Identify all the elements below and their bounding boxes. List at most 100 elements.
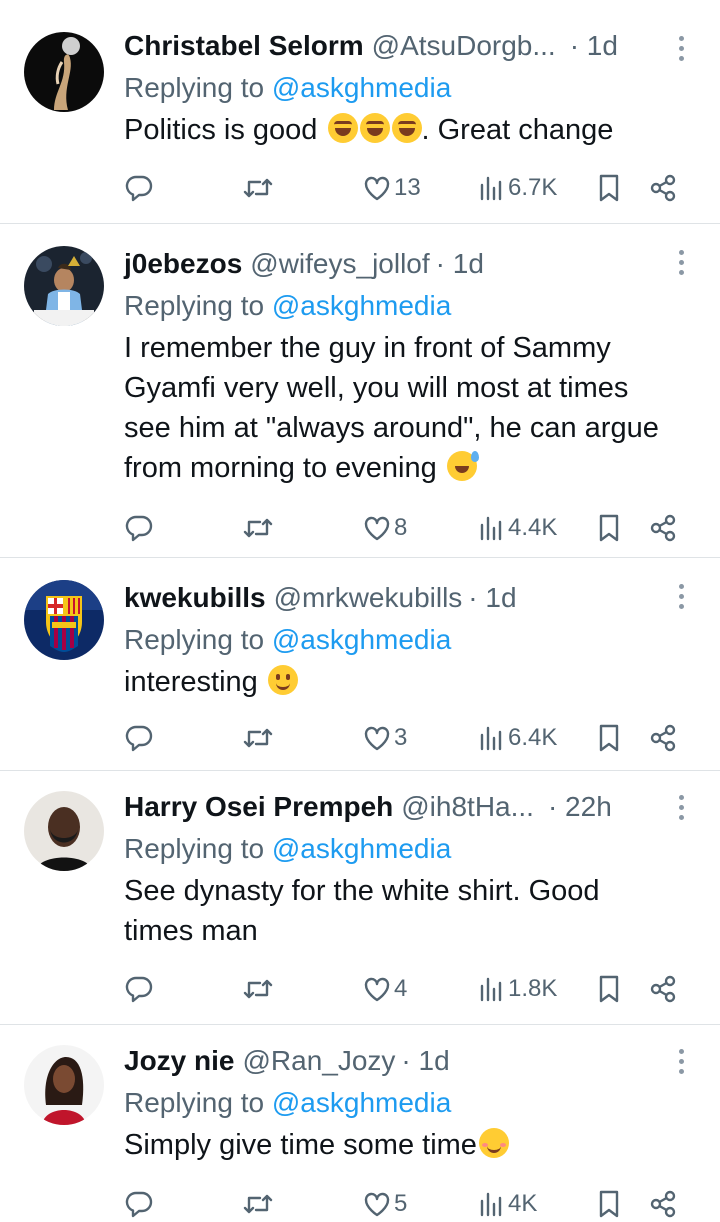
views-button[interactable]: 6.4K <box>478 720 557 756</box>
views-icon <box>480 977 502 1002</box>
like-button[interactable]: 4 <box>362 971 407 1007</box>
retweet-button[interactable] <box>242 510 274 546</box>
bookmark-button[interactable] <box>596 510 622 546</box>
reply-tweet[interactable]: Jozy nie @Ran_Jozy · 1d Replying to @ask… <box>0 1025 720 1220</box>
author-handle[interactable]: @AtsuDorgb... <box>372 28 556 64</box>
avatar[interactable] <box>24 1045 104 1125</box>
like-button[interactable]: 5 <box>362 1186 407 1222</box>
views-icon <box>480 176 502 201</box>
tweet-text: Simply give time some time <box>124 1125 700 1165</box>
views-button[interactable]: 4.4K <box>478 510 557 546</box>
like-button[interactable]: 3 <box>362 720 407 756</box>
retweet-button[interactable] <box>242 1186 274 1222</box>
like-count: 3 <box>394 724 408 751</box>
like-button[interactable]: 13 <box>362 170 421 206</box>
heart-icon <box>364 516 390 541</box>
reply-tweet[interactable]: j0ebezos @wifeys_jollof · 1d Replying to… <box>0 224 720 558</box>
author-name[interactable]: j0ebezos <box>124 246 242 282</box>
share-button[interactable] <box>648 720 678 756</box>
avatar[interactable] <box>24 32 104 112</box>
text-line: See dynasty for the white shirt. Good <box>124 875 600 907</box>
laughing-emoji-icon <box>391 113 422 143</box>
share-button[interactable] <box>648 170 678 206</box>
reply-icon <box>125 725 153 752</box>
more-vertical-icon[interactable] <box>676 36 686 66</box>
replying-to: Replying to @askghmedia <box>124 284 700 328</box>
share-button[interactable] <box>648 510 678 546</box>
avatar[interactable] <box>24 580 104 660</box>
retweet-button[interactable] <box>242 971 274 1007</box>
timestamp[interactable]: · 1d <box>401 1043 449 1079</box>
author-handle[interactable]: @mrkwekubills <box>274 580 463 616</box>
moon-avatar-icon <box>24 32 104 112</box>
mention-link[interactable]: @askghmedia <box>272 833 451 864</box>
author-name[interactable]: Christabel Selorm <box>124 28 364 64</box>
more-vertical-icon[interactable] <box>676 250 686 280</box>
like-count: 13 <box>394 174 421 201</box>
reply-button[interactable] <box>124 1186 154 1222</box>
author-name[interactable]: Harry Osei Prempeh <box>124 789 393 825</box>
bookmark-button[interactable] <box>596 971 622 1007</box>
share-button[interactable] <box>648 971 678 1007</box>
views-button[interactable]: 4K <box>478 1186 537 1222</box>
action-bar: 3 6.4K <box>124 720 684 756</box>
retweet-icon <box>243 728 273 748</box>
reply-tweet[interactable]: Harry Osei Prempeh @ih8tHa... · 22h Repl… <box>0 771 720 1025</box>
views-button[interactable]: 6.7K <box>478 170 557 206</box>
bookmark-icon <box>599 514 619 542</box>
retweet-icon <box>243 178 273 198</box>
views-icon <box>480 1192 502 1217</box>
like-button[interactable]: 8 <box>362 510 407 546</box>
view-count: 6.4K <box>508 724 558 751</box>
author-name[interactable]: Jozy nie <box>124 1043 234 1079</box>
author-handle[interactable]: @ih8tHa... <box>401 789 534 825</box>
timestamp[interactable]: · 1d <box>570 28 618 64</box>
bookmark-icon <box>599 1190 619 1218</box>
mention-link[interactable]: @askghmedia <box>272 72 451 103</box>
view-count: 6.7K <box>508 174 558 201</box>
author-handle[interactable]: @Ran_Jozy <box>242 1043 395 1079</box>
author-handle[interactable]: @wifeys_jollof <box>250 246 429 282</box>
laughing-emoji-icon <box>359 113 390 143</box>
replying-label: Replying to <box>124 72 265 103</box>
replying-label: Replying to <box>124 833 265 864</box>
tweet-text: I remember the guy in front of Sammy Gya… <box>124 328 700 488</box>
more-vertical-icon[interactable] <box>676 795 686 825</box>
mention-link[interactable]: @askghmedia <box>272 1087 451 1118</box>
timestamp[interactable]: · 1d <box>468 580 516 616</box>
retweet-icon <box>243 979 273 999</box>
bookmark-button[interactable] <box>596 170 622 206</box>
bookmark-button[interactable] <box>596 720 622 756</box>
reply-tweet[interactable]: kwekubills @mrkwekubills · 1d Replying t… <box>0 558 720 771</box>
more-vertical-icon[interactable] <box>676 1049 686 1079</box>
action-bar: 5 4K <box>124 1186 684 1222</box>
replying-label: Replying to <box>124 290 265 321</box>
share-button[interactable] <box>648 1186 678 1222</box>
reply-tweet[interactable]: Christabel Selorm @AtsuDorgb... · 1d Rep… <box>0 0 720 224</box>
trophy-avatar-icon <box>24 246 104 326</box>
reply-button[interactable] <box>124 720 154 756</box>
avatar[interactable] <box>24 246 104 326</box>
replying-to: Replying to @askghmedia <box>124 66 700 110</box>
smiling-emoji-icon <box>267 665 298 695</box>
replying-label: Replying to <box>124 1087 265 1118</box>
retweet-button[interactable] <box>242 170 274 206</box>
avatar[interactable] <box>24 791 104 871</box>
author-name[interactable]: kwekubills <box>124 580 266 616</box>
reply-button[interactable] <box>124 170 154 206</box>
retweet-button[interactable] <box>242 720 274 756</box>
timestamp[interactable]: · 22h <box>548 789 612 825</box>
views-button[interactable]: 1.8K <box>478 971 557 1007</box>
mention-link[interactable]: @askghmedia <box>272 624 451 655</box>
heart-icon <box>364 1192 390 1217</box>
mention-link[interactable]: @askghmedia <box>272 290 451 321</box>
timestamp[interactable]: · 1d <box>436 246 484 282</box>
reply-button[interactable] <box>124 510 154 546</box>
reply-button[interactable] <box>124 971 154 1007</box>
bookmark-icon <box>599 724 619 752</box>
view-count: 1.8K <box>508 975 558 1002</box>
bookmark-button[interactable] <box>596 1186 622 1222</box>
bookmark-icon <box>599 174 619 202</box>
more-vertical-icon[interactable] <box>676 584 686 614</box>
share-icon <box>650 1190 676 1218</box>
